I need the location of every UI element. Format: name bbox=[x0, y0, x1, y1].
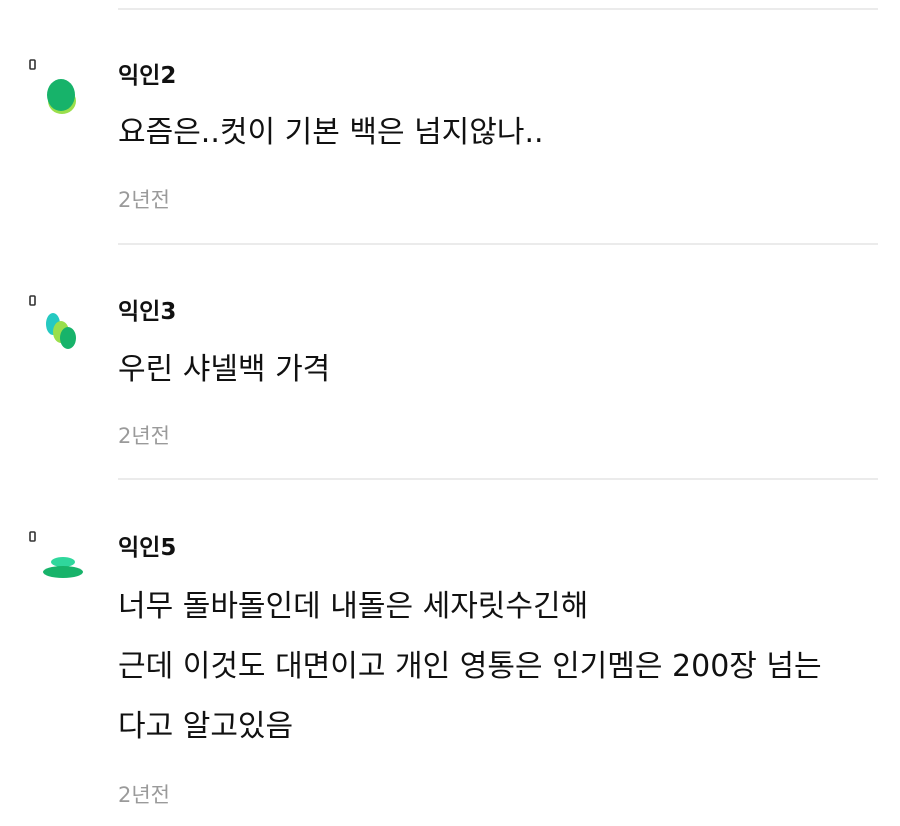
avatar[interactable] bbox=[28, 528, 88, 588]
comment-body-line: 너무 돌바돌인데 내돌은 세자릿수긴해 bbox=[118, 589, 589, 624]
comment-item: 익인5 너무 돌바돌인데 내돌은 세자릿수긴해 근데 이것도 대면이고 개인 영… bbox=[0, 528, 900, 826]
comment-author[interactable]: 익인2 bbox=[118, 62, 176, 90]
divider bbox=[118, 478, 878, 480]
avatar[interactable] bbox=[28, 292, 88, 352]
comment-item: 익인3 우린 샤넬백 가격 2년전 bbox=[0, 292, 900, 478]
avatar-blob-icon bbox=[29, 59, 76, 114]
comment-timestamp: 2년전 bbox=[118, 424, 171, 448]
comment-body-line: 요즘은..컷이 기본 백은 넘지않나.. bbox=[118, 115, 544, 150]
comment-body-line: 다고 알고있음 bbox=[118, 709, 294, 744]
bookmark-marker-icon bbox=[29, 59, 36, 70]
divider bbox=[118, 243, 878, 245]
comment-body: 요즘은..컷이 기본 백은 넘지않나.. bbox=[118, 103, 888, 163]
bookmark-marker-icon bbox=[29, 531, 36, 542]
divider bbox=[118, 8, 878, 10]
comment-author[interactable]: 익인3 bbox=[118, 298, 176, 326]
comment-item: 익인2 요즘은..컷이 기본 백은 넘지않나.. 2년전 bbox=[0, 56, 900, 242]
comment-timestamp: 2년전 bbox=[118, 188, 171, 212]
comment-author[interactable]: 익인5 bbox=[118, 534, 176, 562]
comment-timestamp: 2년전 bbox=[118, 783, 171, 807]
bookmark-marker-icon bbox=[29, 295, 36, 306]
comment-body: 우린 샤넬백 가격 bbox=[118, 340, 888, 400]
comment-body-line: 근데 이것도 대면이고 개인 영통은 인기멤은 200장 넘는 bbox=[118, 649, 822, 684]
avatar-stack-icon bbox=[29, 531, 83, 578]
avatar[interactable] bbox=[28, 56, 88, 116]
comment-list: 익인2 요즘은..컷이 기본 백은 넘지않나.. 2년전 익인3 우린 샤넬백 … bbox=[0, 0, 900, 826]
comment-body: 너무 돌바돌인데 내돌은 세자릿수긴해 근데 이것도 대면이고 개인 영통은 인… bbox=[118, 577, 888, 757]
comment-body-line: 우린 샤넬백 가격 bbox=[118, 352, 331, 387]
avatar-triple-blob-icon bbox=[29, 295, 76, 349]
